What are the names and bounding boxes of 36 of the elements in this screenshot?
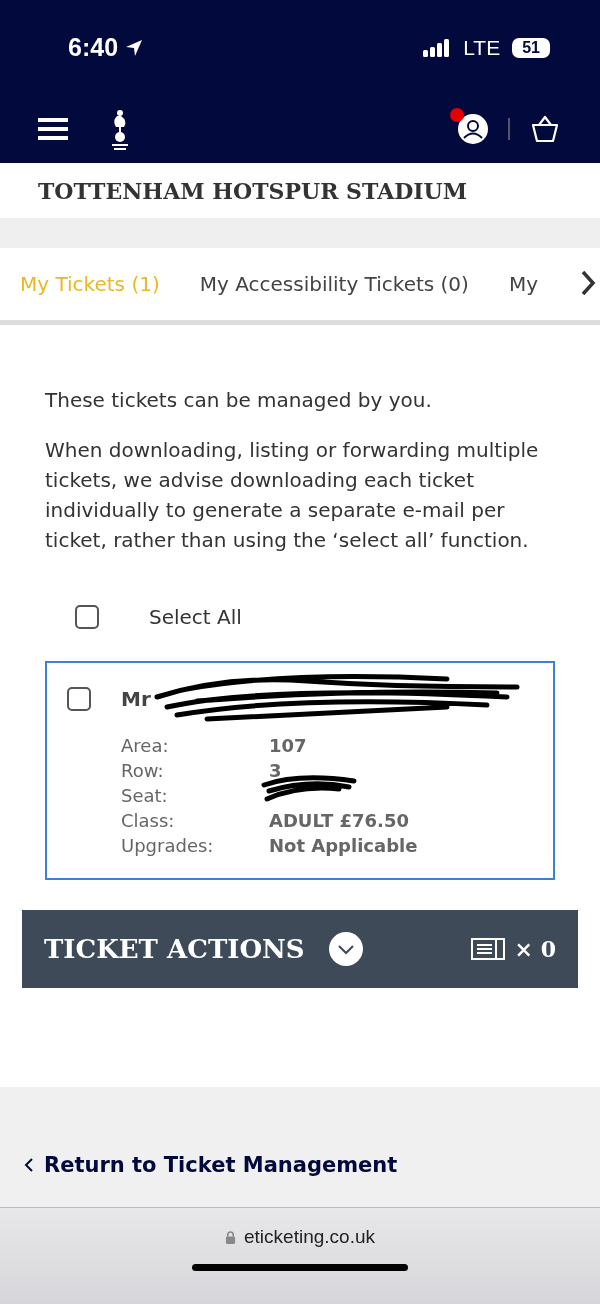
status-time: 6:40 [68, 33, 119, 62]
menu-icon[interactable] [38, 117, 68, 141]
ticket-icon [470, 938, 505, 960]
detail-value: 107 [269, 734, 308, 758]
signal-icon [423, 38, 452, 57]
detail-value: Not Applicable [269, 834, 419, 858]
detail-value: ADULT £76.50 [269, 809, 410, 833]
detail-value: 3 [269, 759, 283, 783]
detail-label: Upgrades: [121, 834, 215, 858]
url-text[interactable]: eticketing.co.uk [244, 1226, 375, 1248]
tab[interactable]: My Accessibility Tickets (0) [179, 248, 489, 320]
chevron-down-icon[interactable] [328, 932, 363, 966]
ticket-actions-bar[interactable]: TICKET ACTIONS × 0 [22, 910, 578, 988]
return-link[interactable]: Return to Ticket Management [24, 1152, 398, 1177]
intro-text: These tickets can be managed by you. [45, 387, 433, 414]
select-all-label[interactable]: Select All [149, 605, 242, 629]
ticket-holder-name: Mr [121, 687, 151, 711]
basket-icon[interactable] [530, 115, 560, 143]
select-all-checkbox[interactable] [75, 605, 99, 629]
ticket-count: × 0 [514, 936, 556, 962]
detail-label: Seat: [121, 784, 169, 808]
advice-text: When downloading, listing or forwarding multiple tickets, we advise downloading each ticket individually to generate a separate e-mail per ticket, rather than using the ‘select all’ function. [45, 437, 540, 554]
battery-indicator: 51 [512, 37, 550, 58]
tab[interactable]: My [488, 248, 558, 320]
chevron-right-icon[interactable] [580, 270, 596, 296]
account-icon[interactable] [458, 114, 488, 144]
chevron-left-icon [24, 1156, 34, 1173]
detail-label: Area: [121, 734, 170, 758]
network-label: LTE [463, 35, 501, 60]
detail-label: Class: [121, 809, 176, 833]
detail-label: Row: [121, 759, 165, 783]
ticket-actions-label: TICKET ACTIONS [44, 934, 305, 964]
lock-icon [225, 1229, 236, 1245]
venue-title: TOTTENHAM HOTSPUR STADIUM [38, 177, 468, 204]
ticket-checkbox[interactable] [67, 687, 91, 711]
location-icon [124, 37, 145, 58]
